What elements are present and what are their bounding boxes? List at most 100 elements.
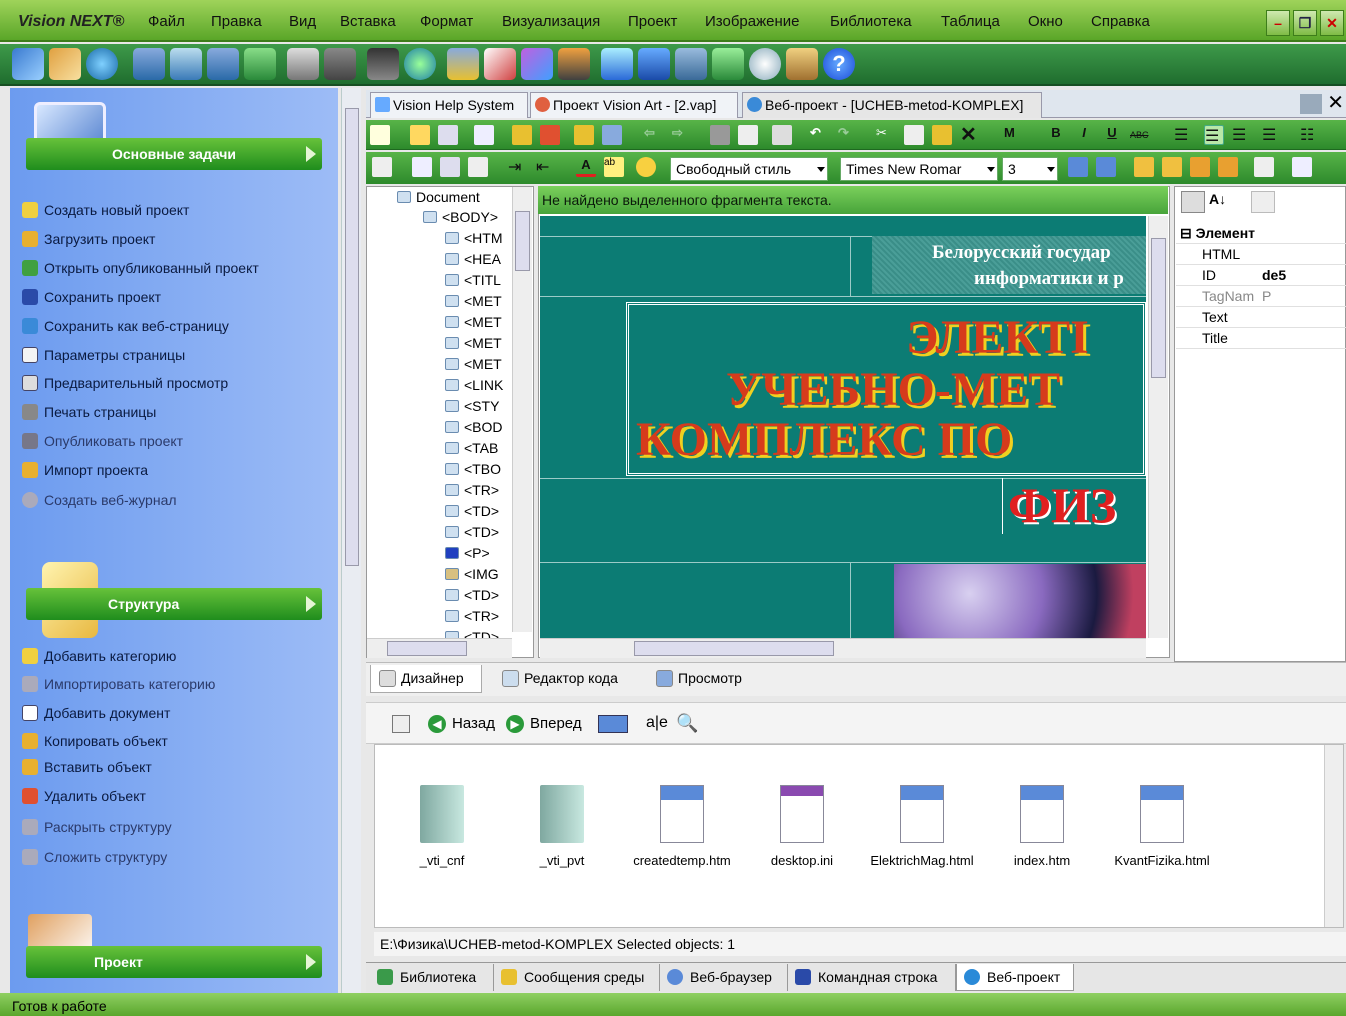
strikethrough-icon[interactable]: ABC — [1130, 125, 1150, 145]
size-combo[interactable]: 3 — [1002, 157, 1058, 181]
line-icon[interactable] — [468, 157, 488, 177]
grid-icon[interactable] — [438, 125, 458, 145]
back-button[interactable]: Назад — [452, 715, 495, 732]
image-editor-icon[interactable] — [49, 48, 81, 80]
tab-vision-art[interactable]: Проект Vision Art - [2.vap] — [530, 92, 738, 118]
layer-down-icon[interactable] — [1218, 157, 1238, 177]
create-project-link[interactable]: Создать новый проект — [22, 200, 189, 220]
tab-library[interactable]: Библиотека — [370, 964, 494, 991]
property-row[interactable]: ID de5 — [1176, 265, 1346, 286]
expand-structure-link[interactable]: Раскрыть структуру — [22, 817, 172, 837]
open-published-link[interactable]: Открыть опубликованный проект — [22, 258, 259, 278]
tree-node[interactable]: <MET — [445, 291, 502, 311]
scroll-thumb[interactable] — [515, 211, 530, 271]
style-combo[interactable]: Свободный стиль — [670, 157, 828, 181]
books-icon[interactable] — [638, 48, 670, 80]
add-document-link[interactable]: Добавить документ — [22, 703, 170, 723]
close-tab-icon[interactable]: ✕ — [1327, 90, 1344, 115]
gallery-icon[interactable] — [521, 48, 553, 80]
tab-help-system[interactable]: Vision Help System — [370, 92, 528, 118]
design-horizontal-scrollbar[interactable] — [540, 638, 1146, 658]
layer-back-icon[interactable] — [1162, 157, 1182, 177]
video-icon[interactable] — [367, 48, 399, 80]
refresh-icon[interactable] — [392, 715, 410, 733]
tree-node[interactable]: <TR> — [445, 606, 499, 626]
file-item[interactable]: ElektrichMag.html — [863, 785, 981, 868]
scroll-thumb[interactable] — [1151, 238, 1166, 378]
justify-icon[interactable]: ☰ — [1262, 125, 1282, 145]
property-section[interactable]: ⊟ Элемент — [1176, 223, 1346, 244]
tab-messages[interactable]: Сообщения среды — [494, 964, 660, 991]
insert-table-icon[interactable] — [1292, 157, 1312, 177]
layer-up-icon[interactable] — [1190, 157, 1210, 177]
export-icon[interactable] — [244, 48, 276, 80]
list-icon[interactable] — [474, 125, 494, 145]
sort-alpha-icon[interactable]: A↓ — [1209, 191, 1226, 207]
font-color-icon[interactable]: A — [576, 157, 596, 177]
tab-preview[interactable]: Просмотр — [648, 665, 758, 693]
align-right-icon[interactable]: ☰ — [1232, 125, 1252, 145]
sync-icon[interactable] — [712, 48, 744, 80]
forward-arrow-icon[interactable]: ⇨ — [672, 125, 692, 145]
collapse-structure-link[interactable]: Сложить структуру — [22, 847, 167, 867]
cut-icon[interactable]: ✂ — [876, 125, 896, 145]
print-icon[interactable] — [710, 125, 730, 145]
file-item[interactable]: KvantFizika.html — [1103, 785, 1221, 868]
import-category-link[interactable]: Импортировать категорию — [22, 674, 215, 694]
add-category-link[interactable]: Добавить категорию — [22, 646, 176, 666]
table-icon[interactable] — [412, 157, 432, 177]
tab-web-project-bottom[interactable]: Веб-проект — [956, 964, 1074, 991]
property-pages-icon[interactable] — [1251, 191, 1275, 213]
tree-node[interactable]: <BODY> — [423, 207, 498, 227]
publish-link[interactable]: Опубликовать проект — [22, 431, 183, 451]
paste-icon[interactable] — [932, 125, 952, 145]
font-combo[interactable]: Times New Romar — [840, 157, 998, 181]
tree-node[interactable]: <TR> — [445, 480, 499, 500]
menu-library[interactable]: Библиотека — [830, 13, 912, 30]
page-settings-link[interactable]: Параметры страницы — [22, 345, 185, 365]
package-icon[interactable] — [786, 48, 818, 80]
tree-node[interactable]: <TITL — [445, 270, 501, 290]
menu-project[interactable]: Проект — [628, 13, 677, 30]
bold-icon[interactable]: B — [1046, 125, 1066, 145]
import-doc-icon[interactable] — [602, 125, 622, 145]
create-blog-link[interactable]: Создать веб-журнал — [22, 490, 177, 510]
view-mode-icon[interactable] — [598, 715, 628, 733]
underline-icon[interactable]: U — [1102, 125, 1122, 145]
sidebar-scrollbar[interactable] — [341, 88, 361, 993]
print-link[interactable]: Печать страницы — [22, 402, 156, 422]
menu-file[interactable]: Файл — [148, 13, 185, 30]
internet-icon[interactable] — [404, 48, 436, 80]
save-doc-icon[interactable] — [207, 48, 239, 80]
tree-node[interactable]: <STY — [445, 396, 499, 416]
favorites-icon[interactable] — [447, 48, 479, 80]
tab-web-browser[interactable]: Веб-браузер — [660, 964, 788, 991]
slideshow-icon[interactable] — [558, 48, 590, 80]
emoji-icon[interactable] — [636, 157, 656, 177]
header-cell[interactable]: Белорусский государ информатики и р — [872, 236, 1146, 294]
structure-header[interactable]: Структура — [26, 588, 322, 620]
globe-project-icon[interactable] — [86, 48, 118, 80]
physics-image[interactable] — [894, 564, 1146, 638]
copy-object-link[interactable]: Копировать объект — [22, 731, 168, 751]
form-icon[interactable] — [372, 157, 392, 177]
decrease-size-icon[interactable] — [1068, 157, 1088, 177]
scroll-thumb[interactable] — [387, 641, 467, 656]
tree-node[interactable]: <MET — [445, 312, 502, 332]
page-setup-icon[interactable] — [738, 125, 758, 145]
tree-node[interactable]: <IMG — [445, 564, 499, 584]
back-arrow-icon[interactable]: ⇦ — [644, 125, 664, 145]
file-item[interactable]: index.htm — [983, 785, 1101, 868]
menu-view[interactable]: Вид — [289, 13, 316, 30]
css-icon[interactable] — [484, 48, 516, 80]
tree-node[interactable]: <TBO — [445, 459, 501, 479]
tree-node[interactable]: <MET — [445, 333, 502, 353]
close-icon[interactable]: ✕ — [1320, 10, 1344, 36]
preview-link[interactable]: Предварительный просмотр — [22, 373, 228, 393]
tree-horizontal-scrollbar[interactable] — [367, 638, 512, 658]
delete-object-link[interactable]: Удалить объект — [22, 786, 146, 806]
menu-format[interactable]: Формат — [420, 13, 473, 30]
outdent-icon[interactable]: ⇤ — [536, 157, 556, 177]
copy-icon[interactable] — [904, 125, 924, 145]
find-icon[interactable]: M — [1004, 125, 1024, 145]
